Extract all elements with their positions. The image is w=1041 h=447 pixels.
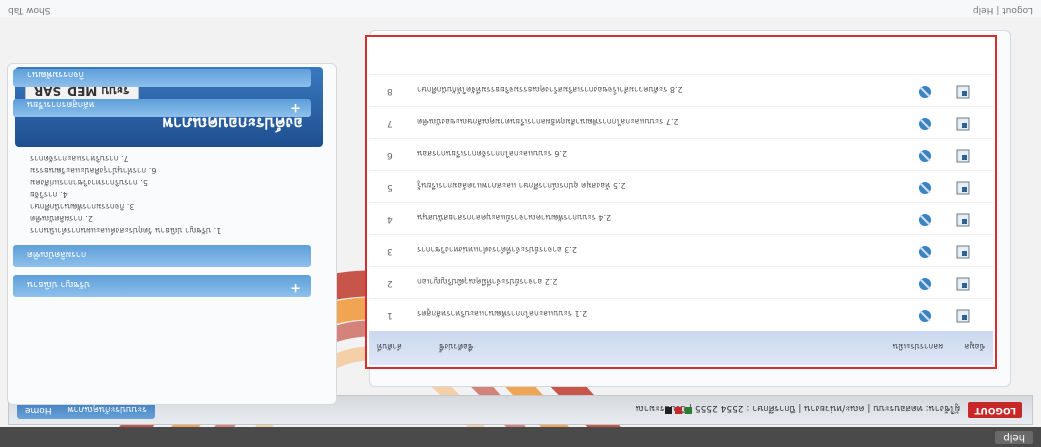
row-text[interactable]: 2.1 ระบบและกลไกการพัฒนาและบริหารหลักสูตร <box>417 307 587 320</box>
accordion-course[interactable]: + หลักสูตรการเรียน <box>13 99 311 117</box>
accordion-label: หลักสูตรการเรียน <box>27 99 95 109</box>
row-text[interactable]: 2.5 ห้องสมุด อุปกรณ์การศึกษา และสภาพแวดล… <box>417 179 626 192</box>
plus-icon[interactable]: + <box>290 280 301 295</box>
evaluate-icon[interactable] <box>917 244 933 260</box>
document-icon[interactable] <box>955 180 971 196</box>
table-row: 8 2.8 ระดับความสำเร็จของการเสริมสร้างคุณ… <box>369 74 993 107</box>
top-bar: help <box>0 427 1041 447</box>
row-no: 5 <box>387 182 393 192</box>
nav-home[interactable]: Home <box>17 405 60 415</box>
row-text[interactable]: 2.8 ระดับความสำเร็จของการเสริมสร้างคุณธร… <box>417 83 683 96</box>
accordion-quality[interactable]: + ปรัชญา ปณิธาน <box>13 275 311 297</box>
screenshot-stage: help LOGOUT ผู้ใช้งาน: ทดสอบระบบ | คณะ/ห… <box>0 0 1041 447</box>
evaluate-icon[interactable] <box>917 148 933 164</box>
accordion-label: กิจกรรมพัฒนา <box>27 69 85 79</box>
green-square-icon[interactable] <box>685 407 692 414</box>
table-row: 3 2.3 อาจารย์ประจำที่ดำรงตำแหน่งทางวิชาก… <box>369 234 993 267</box>
row-no: 7 <box>387 118 393 128</box>
list-item[interactable]: 6. การทำนุบำรุงศิลปะและวัฒนธรรม <box>30 164 156 177</box>
table-row: 5 2.5 ห้องสมุด อุปกรณ์การศึกษา และสภาพแว… <box>369 170 993 203</box>
indicator-table: ลำดับที่ ชื่อตัวบ่งชี้ ผลการประเมิน ข้อม… <box>365 35 997 369</box>
document-icon[interactable] <box>955 84 971 100</box>
rotated-screen: help LOGOUT ผู้ใช้งาน: ทดสอบระบบ | คณะ/ห… <box>0 0 1041 447</box>
evaluate-icon[interactable] <box>917 116 933 132</box>
row-text[interactable]: 2.7 ระบบและกลไกการพัฒนาสัมฤทธิผลการเรียน… <box>417 115 679 128</box>
row-no: 3 <box>387 246 393 256</box>
row-text[interactable]: 2.2 อาจารย์ประจำที่มีคุณวุฒิปริญญาเอก <box>417 275 558 288</box>
accordion-label: การผลิตบัณฑิต <box>27 249 87 259</box>
document-icon[interactable] <box>955 276 971 292</box>
col-result: ผลการประเมิน <box>892 342 943 351</box>
col-no: ลำดับที่ <box>377 342 402 351</box>
row-no: 8 <box>387 86 393 96</box>
table-row: 1 2.1 ระบบและกลไกการพัฒนาและบริหารหลักสู… <box>369 298 993 331</box>
list-item[interactable]: 2. การผลิตบัณฑิต <box>30 212 93 225</box>
document-icon[interactable] <box>955 308 971 324</box>
help-button[interactable]: help <box>995 431 1033 444</box>
document-icon[interactable] <box>955 116 971 132</box>
row-text[interactable]: 2.3 อาจารย์ประจำที่ดำรงตำแหน่งทางวิชาการ <box>417 243 577 256</box>
row-no: 2 <box>387 278 393 288</box>
document-icon[interactable] <box>955 212 971 228</box>
evaluate-icon[interactable] <box>917 180 933 196</box>
evaluate-icon[interactable] <box>917 212 933 228</box>
table-row: 7 2.7 ระบบและกลไกการพัฒนาสัมฤทธิผลการเรี… <box>369 106 993 139</box>
list-item[interactable]: 4. การวิจัย <box>30 188 68 201</box>
plus-icon[interactable]: + <box>290 100 301 115</box>
table-row: 4 2.4 ระบบการพัฒนาคณาจารย์และบุคลากรสายส… <box>369 202 993 235</box>
accordion-label: ปรัชญา ปณิธาน <box>27 279 90 289</box>
evaluate-icon[interactable] <box>917 84 933 100</box>
list-item[interactable]: 7. การบริหารและการจัดการ <box>30 152 129 165</box>
row-text[interactable]: 2.4 ระบบการพัฒนาคณาจารย์และบุคลากรสายสนั… <box>417 211 611 224</box>
col-data: ข้อมูล <box>964 342 985 351</box>
red-square-icon[interactable] <box>675 407 682 414</box>
row-no: 1 <box>387 310 393 320</box>
row-text[interactable]: 2.6 ระบบและกลไกการจัดการเรียนการสอน <box>417 147 567 160</box>
list-item[interactable]: 5. การบริการทางวิชาการแก่สังคม <box>30 176 148 189</box>
document-icon[interactable] <box>955 244 971 260</box>
nav-qa[interactable]: ระบบประกันคุณภาพ <box>60 403 155 417</box>
col-name: ชื่อตัวบ่งชี้ <box>439 342 474 351</box>
evaluate-icon[interactable] <box>917 308 933 324</box>
accordion-activity[interactable]: กิจกรรมพัฒนา <box>13 69 311 87</box>
accordion-production[interactable]: การผลิตบัณฑิต <box>13 245 311 267</box>
document-icon[interactable] <box>955 148 971 164</box>
row-no: 4 <box>387 214 393 224</box>
header-links[interactable]: Logout | Help <box>973 5 1033 15</box>
table-header: ลำดับที่ ชื่อตัวบ่งชี้ ผลการประเมิน ข้อม… <box>369 331 993 365</box>
list-item[interactable]: 1. ปรัชญา ปณิธาน วัตถุประสงค์และแผนการดำ… <box>30 224 221 237</box>
logout-button[interactable]: LOGOUT <box>968 402 1022 418</box>
show-tab-link[interactable]: Show Tab <box>8 5 50 15</box>
black-square-icon[interactable] <box>665 407 672 414</box>
table-row: 6 2.6 ระบบและกลไกการจัดการเรียนการสอน <box>369 138 993 171</box>
table-row: 2 2.2 อาจารย์ประจำที่มีคุณวุฒิปริญญาเอก <box>369 266 993 299</box>
evaluate-icon[interactable] <box>917 276 933 292</box>
header-strip: Logout | Help Show Tab <box>0 0 1041 17</box>
row-no: 6 <box>387 150 393 160</box>
list-item[interactable]: 3. กิจกรรมการพัฒนานักศึกษา <box>30 200 135 213</box>
